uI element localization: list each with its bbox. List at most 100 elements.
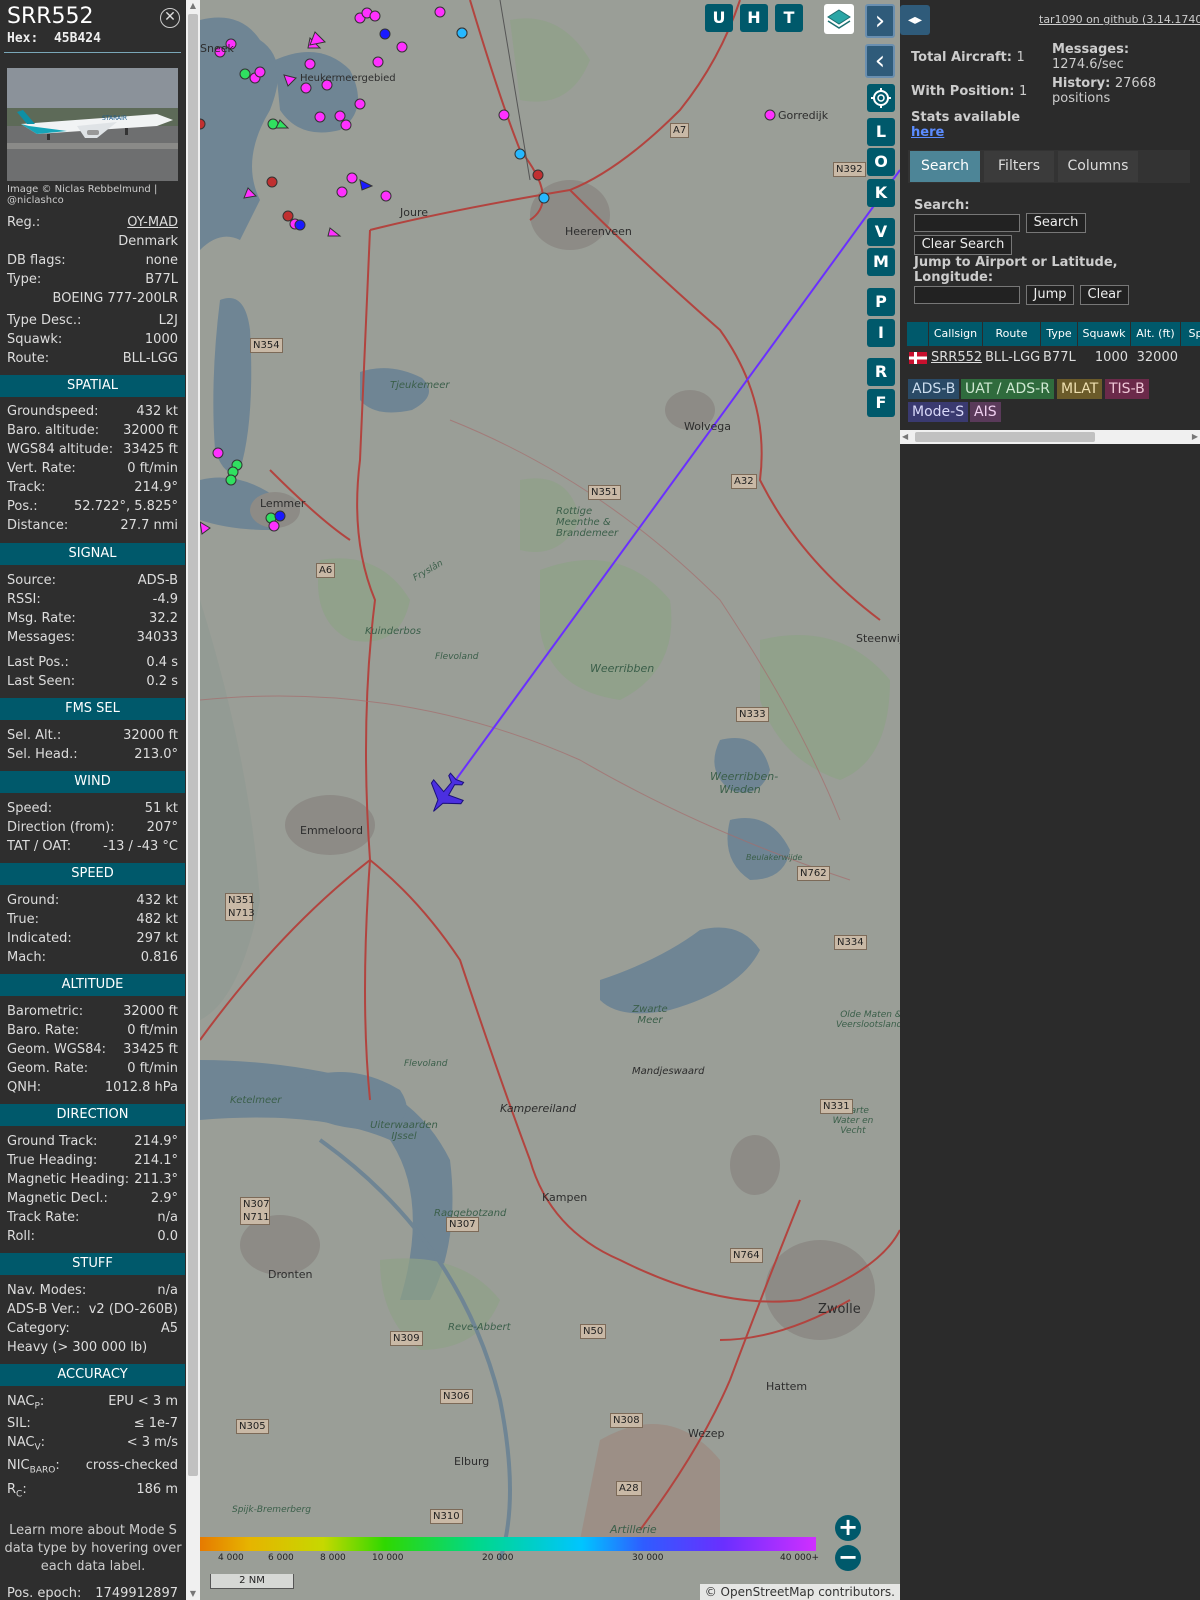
scroll-right-arrow-icon[interactable]: ▶ — [1192, 432, 1198, 441]
label-weerribben-wieden: Weerribben-Wieden — [710, 770, 779, 796]
row-value: EPU < 3 m — [108, 1394, 178, 1409]
table-header-speed[interactable]: Sp — [1181, 322, 1200, 346]
source-filter-ais[interactable]: AIS — [970, 402, 1001, 422]
map-view[interactable]: Joure Heerenveen Gorredijk Wolvega Lemme… — [200, 0, 900, 1600]
squawk-row: Squawk: 1000 — [7, 330, 178, 349]
table-header-callsign[interactable]: Callsign — [929, 322, 983, 346]
horizontal-scroll-thumb[interactable] — [915, 432, 1095, 442]
label-artillerie: Artillerie — [610, 1523, 657, 1536]
row-route: BLL-LGG — [985, 350, 1041, 365]
github-link[interactable]: tar1090 on github (3.14.1740) — [1039, 13, 1200, 26]
source-filter-mlat[interactable]: MLAT — [1057, 379, 1103, 399]
selected-aircraft-icon[interactable] — [419, 767, 472, 821]
source-filter-adsb[interactable]: ADS-B — [908, 379, 960, 399]
scroll-left-arrow-icon[interactable]: ◀ — [902, 432, 908, 441]
source-filter-modes[interactable]: Mode-S — [908, 402, 969, 422]
country-row: Denmark — [7, 232, 178, 251]
layers-icon[interactable] — [824, 4, 854, 34]
map-button-u[interactable]: U — [705, 4, 733, 32]
road-sign: N306 — [440, 1389, 473, 1404]
clear-search-button[interactable]: Clear Search — [914, 235, 1012, 255]
typedesc-value: L2J — [158, 313, 178, 328]
row-label: Magnetic Heading: — [7, 1172, 130, 1187]
zoom-in-plus-icon[interactable]: + — [835, 1515, 861, 1541]
row-label: Speed: — [7, 801, 53, 816]
row-value: 432 kt — [136, 404, 178, 419]
info-scroll-thumb[interactable] — [188, 14, 198, 1476]
map-button-v[interactable]: V — [867, 218, 895, 246]
map-button-m[interactable]: M — [867, 248, 895, 276]
table-header-route[interactable]: Route — [983, 322, 1041, 346]
row-value: -4.9 — [152, 592, 178, 607]
search-input[interactable] — [914, 214, 1020, 232]
source-filter-tisb[interactable]: TIS-B — [1105, 379, 1149, 399]
map-attribution[interactable]: © OpenStreetMap contributors. — [699, 1584, 900, 1600]
type-full-row: BOEING 777-200LR — [7, 289, 179, 308]
direction-row: Magnetic Decl.: 2.9° — [7, 1189, 178, 1208]
photo-credit: Image © Niclas Rebbelmund | @niclashco — [7, 184, 158, 206]
row-value: 432 kt — [136, 893, 178, 908]
direction-row: Roll: 0.0 — [7, 1227, 178, 1246]
fms-row: Sel. Head.: 213.0° — [7, 745, 178, 764]
road-sign: N764 — [730, 1248, 763, 1263]
search-button[interactable]: Search — [1026, 213, 1086, 233]
stuff-note-row: Heavy (> 300 000 lb) — [7, 1338, 178, 1357]
hex-label: Hex: — [7, 31, 39, 46]
settings-gear-icon[interactable] — [867, 84, 895, 112]
accuracy-row: NACV: < 3 m/s — [7, 1433, 178, 1453]
row-value: 297 kt — [136, 931, 178, 946]
road-sign: A7 — [670, 123, 690, 138]
scroll-down-arrow-icon[interactable]: ▼ — [188, 1588, 198, 1600]
tab-filters[interactable]: Filters — [984, 151, 1054, 182]
table-header-squawk[interactable]: Squawk — [1078, 322, 1131, 346]
label-uiterwaarden: Uiterwaarden IJssel — [370, 1120, 438, 1142]
row-label: Last Pos.: — [7, 655, 69, 670]
map-button-k[interactable]: K — [867, 179, 895, 207]
expand-right-arrow-icon[interactable]: › — [865, 4, 895, 38]
row-value: 27.7 nmi — [120, 518, 178, 533]
reg-label: Reg.: — [7, 215, 41, 230]
road-sign: N392 — [833, 162, 866, 177]
row-value: 207° — [146, 820, 178, 835]
row-callsign-link[interactable]: SRR552 — [931, 347, 982, 369]
tab-columns[interactable]: Columns — [1058, 151, 1138, 182]
toggle-sidebar-arrows-icon[interactable]: ◂▸ — [900, 5, 930, 35]
map-button-o[interactable]: O — [867, 148, 895, 176]
map-button-l[interactable]: L — [867, 118, 895, 146]
table-horizontal-scrollbar[interactable]: ◀ ▶ — [900, 430, 1200, 444]
row-value: 32000 ft — [123, 1004, 178, 1019]
place-wezep: Wezep — [688, 1427, 725, 1440]
map-button-p[interactable]: P — [867, 288, 895, 316]
row-label: Track Rate: — [7, 1210, 80, 1225]
table-header-altitude[interactable]: Alt. (ft) — [1131, 322, 1181, 346]
scroll-up-arrow-icon[interactable]: ▲ — [188, 0, 198, 12]
jump-button[interactable]: Jump — [1026, 285, 1074, 305]
row-label: Track: — [7, 480, 46, 495]
info-scrollbar[interactable]: ▲ ▼ — [186, 0, 200, 1600]
clear-jump-button[interactable]: Clear — [1080, 285, 1129, 305]
road-sign: N334 — [834, 935, 867, 950]
registration-link[interactable]: OY-MAD — [127, 213, 178, 232]
source-filter-uat[interactable]: UAT / ADS-R — [961, 379, 1054, 399]
close-icon[interactable]: ✕ — [160, 8, 180, 28]
total-aircraft-stat: Total Aircraft: 1 — [911, 50, 1025, 65]
dbflags-label: DB flags: — [7, 253, 66, 268]
map-button-f[interactable]: F — [867, 389, 895, 417]
map-button-h[interactable]: H — [740, 4, 768, 32]
aircraft-photo[interactable]: STARAIR — [7, 68, 178, 181]
table-header-flag[interactable] — [907, 322, 929, 346]
tab-search[interactable]: Search — [910, 151, 980, 182]
stats-link[interactable]: here — [911, 125, 944, 140]
map-button-t[interactable]: T — [775, 4, 803, 32]
row-value: 34033 — [136, 630, 178, 645]
collapse-left-arrow-icon[interactable]: ‹ — [865, 44, 895, 78]
row-label: Last Seen: — [7, 674, 76, 689]
jump-input[interactable] — [914, 286, 1020, 304]
table-header-type[interactable]: Type — [1041, 322, 1078, 346]
label-tjeukemeer: Tjeukemeer — [390, 380, 450, 391]
map-button-r[interactable]: R — [867, 358, 895, 386]
zoom-out-minus-icon[interactable]: − — [835, 1545, 861, 1571]
row-value: < 3 m/s — [126, 1435, 178, 1450]
row-label: Pos.: — [7, 499, 38, 514]
map-button-i[interactable]: I — [867, 319, 895, 347]
